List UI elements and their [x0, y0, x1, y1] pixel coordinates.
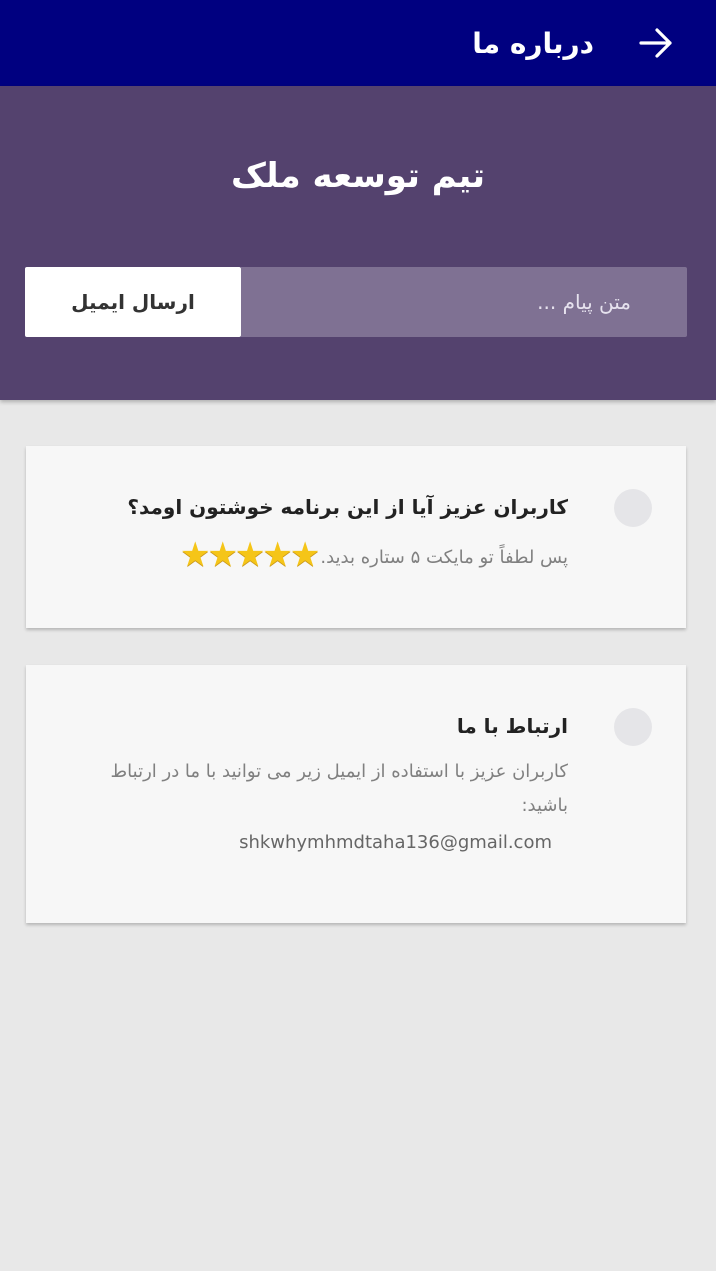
contact-email[interactable]: shkwhymhmdtaha136@gmail.com: [98, 829, 568, 857]
contact-card-avatar: [614, 708, 652, 746]
message-input[interactable]: [241, 267, 687, 337]
about-page: درباره ما تیم توسعه ملک ارسال ایمیل کارب…: [0, 0, 716, 1271]
contact-card-body: ارتباط با ما کاربران عزیز با استفاده از …: [98, 711, 568, 857]
contact-card-title: ارتباط با ما: [456, 714, 568, 738]
team-title: تیم توسعه ملک: [230, 156, 486, 196]
app-bar: درباره ما: [0, 0, 716, 86]
hero-section: تیم توسعه ملک ارسال ایمیل: [0, 86, 716, 400]
star-icon: ★: [262, 535, 293, 575]
page-title: درباره ما: [472, 26, 594, 60]
contact-card-text: کاربران عزیز با استفاده از ایمیل زیر می …: [110, 761, 568, 816]
star-rating: ★★★★★: [179, 535, 321, 578]
arrow-right-icon: [639, 28, 672, 58]
rating-card-body: کاربران عزیز آیا از این برنامه خوشتون او…: [98, 492, 568, 578]
rating-card-title: کاربران عزیز آیا از این برنامه خوشتون او…: [127, 495, 568, 519]
contact-card: ارتباط با ما کاربران عزیز با استفاده از …: [26, 665, 686, 923]
rating-request-text: پس لطفاً تو مایکت ۵ ستاره بدید.: [320, 547, 568, 568]
rating-card-avatar: [614, 489, 652, 527]
star-icon: ★: [289, 535, 321, 575]
star-icon: ★: [234, 535, 266, 575]
rating-card-text: پس لطفاً تو مایکت ۵ ستاره بدید.★★★★★: [98, 538, 568, 578]
star-icon: ★: [179, 535, 211, 575]
email-form: ارسال ایمیل: [25, 267, 687, 337]
star-icon: ★: [207, 535, 238, 575]
rating-card: کاربران عزیز آیا از این برنامه خوشتون او…: [26, 446, 686, 628]
back-button[interactable]: [632, 19, 680, 67]
send-email-button[interactable]: ارسال ایمیل: [25, 267, 241, 337]
